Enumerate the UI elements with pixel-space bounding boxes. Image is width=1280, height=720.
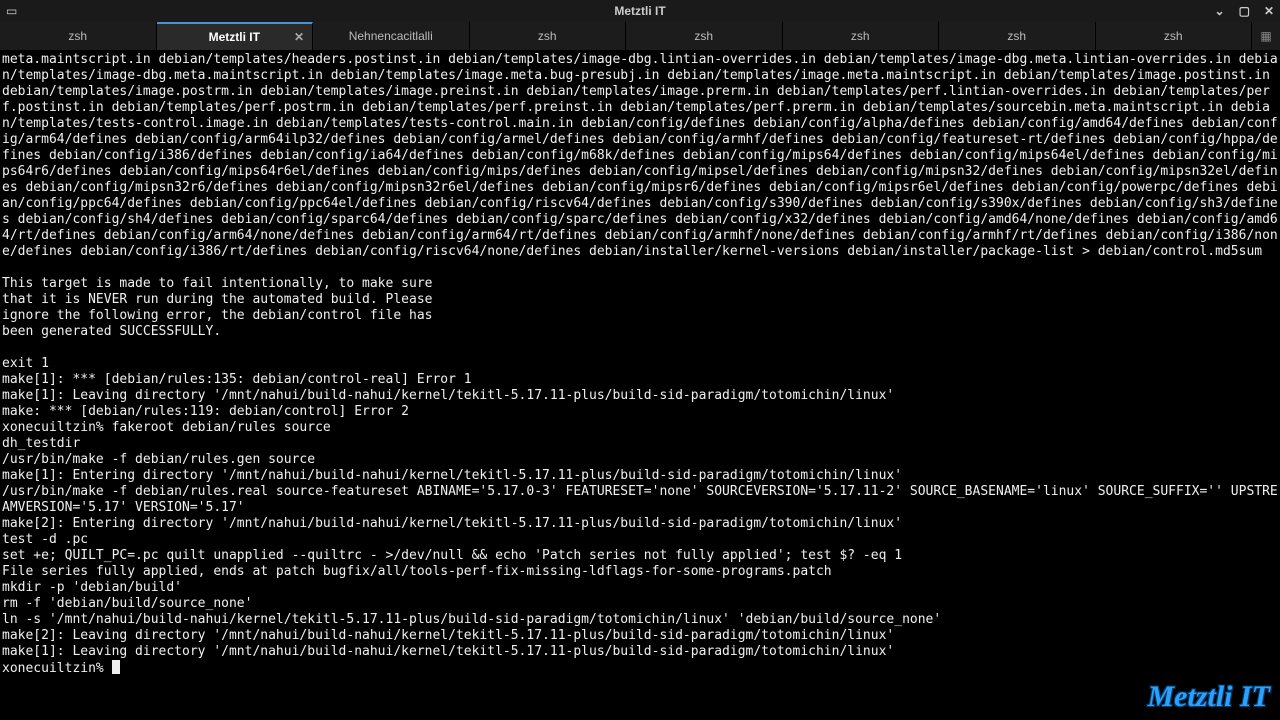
tab-close-icon[interactable]: ✕ — [294, 30, 304, 44]
output-line: This target is made to fail intentionall… — [2, 276, 432, 291]
prompt-line: xonecuiltzin% fakeroot debian/rules sour… — [2, 420, 331, 435]
output-line: /usr/bin/make -f debian/rules.gen source — [2, 452, 315, 467]
output-line: ln -s '/mnt/nahui/build-nahui/kernel/tek… — [2, 612, 941, 627]
output-line: make[2]: Entering directory '/mnt/nahui/… — [2, 516, 902, 531]
tab-label: Metztli IT — [209, 30, 260, 44]
tab-label: Nehnencacitlalli — [349, 29, 433, 43]
output-line: set +e; QUILT_PC=.pc quilt unapplied --q… — [2, 548, 902, 563]
output-line: make[1]: Leaving directory '/mnt/nahui/b… — [2, 388, 894, 403]
output-line: make[2]: Leaving directory '/mnt/nahui/b… — [2, 628, 894, 643]
minimize-button[interactable]: ⌄ — [1215, 4, 1225, 18]
app-menu-icon[interactable]: ▭ — [6, 4, 17, 18]
prompt-line: xonecuiltzin% — [2, 661, 112, 676]
output-line: test -d .pc — [2, 532, 88, 547]
close-button[interactable]: ✕ — [1264, 4, 1274, 18]
tab-label: zsh — [851, 29, 870, 43]
output-line: make[1]: Leaving directory '/mnt/nahui/b… — [2, 644, 894, 659]
output-line: meta.maintscript.in debian/templates/hea… — [2, 52, 1278, 259]
window-title: Metztli IT — [126, 4, 1154, 18]
output-line: been generated SUCCESSFULLY. — [2, 324, 221, 339]
tab-zsh-4[interactable]: zsh — [783, 22, 940, 50]
output-line: make[1]: *** [debian/rules:135: debian/c… — [2, 372, 472, 387]
cursor-icon — [112, 660, 120, 674]
tab-zsh-6[interactable]: zsh — [1096, 22, 1253, 50]
tab-zsh-1[interactable]: zsh — [0, 22, 157, 50]
tab-bar: zsh Metztli IT ✕ Nehnencacitlalli zsh zs… — [0, 22, 1280, 50]
output-line: /usr/bin/make -f debian/rules.real sourc… — [2, 484, 1278, 515]
tab-label: zsh — [538, 29, 557, 43]
window-titlebar: ▭ Metztli IT ⌄ ▢ ✕ — [0, 0, 1280, 22]
tab-label: zsh — [68, 29, 87, 43]
tab-zsh-3[interactable]: zsh — [626, 22, 783, 50]
output-line: make: *** [debian/rules:119: debian/cont… — [2, 404, 409, 419]
window-controls: ⌄ ▢ ✕ — [1154, 4, 1274, 18]
output-line: File series fully applied, ends at patch… — [2, 564, 832, 579]
tab-metztli-it[interactable]: Metztli IT ✕ — [157, 22, 314, 50]
output-line: dh_testdir — [2, 436, 80, 451]
tab-zsh-5[interactable]: zsh — [939, 22, 1096, 50]
output-line: ignore the following error, the debian/c… — [2, 308, 432, 323]
output-line: mkdir -p 'debian/build' — [2, 580, 182, 595]
output-line: that it is NEVER run during the automate… — [2, 292, 432, 307]
output-line: make[1]: Entering directory '/mnt/nahui/… — [2, 468, 902, 483]
output-line: rm -f 'debian/build/source_none' — [2, 596, 252, 611]
terminal-output[interactable]: meta.maintscript.in debian/templates/hea… — [0, 50, 1280, 679]
maximize-button[interactable]: ▢ — [1239, 4, 1250, 18]
tab-overview-icon[interactable]: ▦ — [1252, 22, 1280, 50]
tab-label: zsh — [694, 29, 713, 43]
tab-zsh-2[interactable]: zsh — [470, 22, 627, 50]
watermark-logo: Metztli IT — [1147, 680, 1270, 714]
titlebar-left: ▭ — [6, 4, 126, 18]
tab-label: zsh — [1164, 29, 1183, 43]
output-line: exit 1 — [2, 356, 49, 371]
tab-nehnencacitlalli[interactable]: Nehnencacitlalli — [313, 22, 470, 50]
tab-label: zsh — [1007, 29, 1026, 43]
